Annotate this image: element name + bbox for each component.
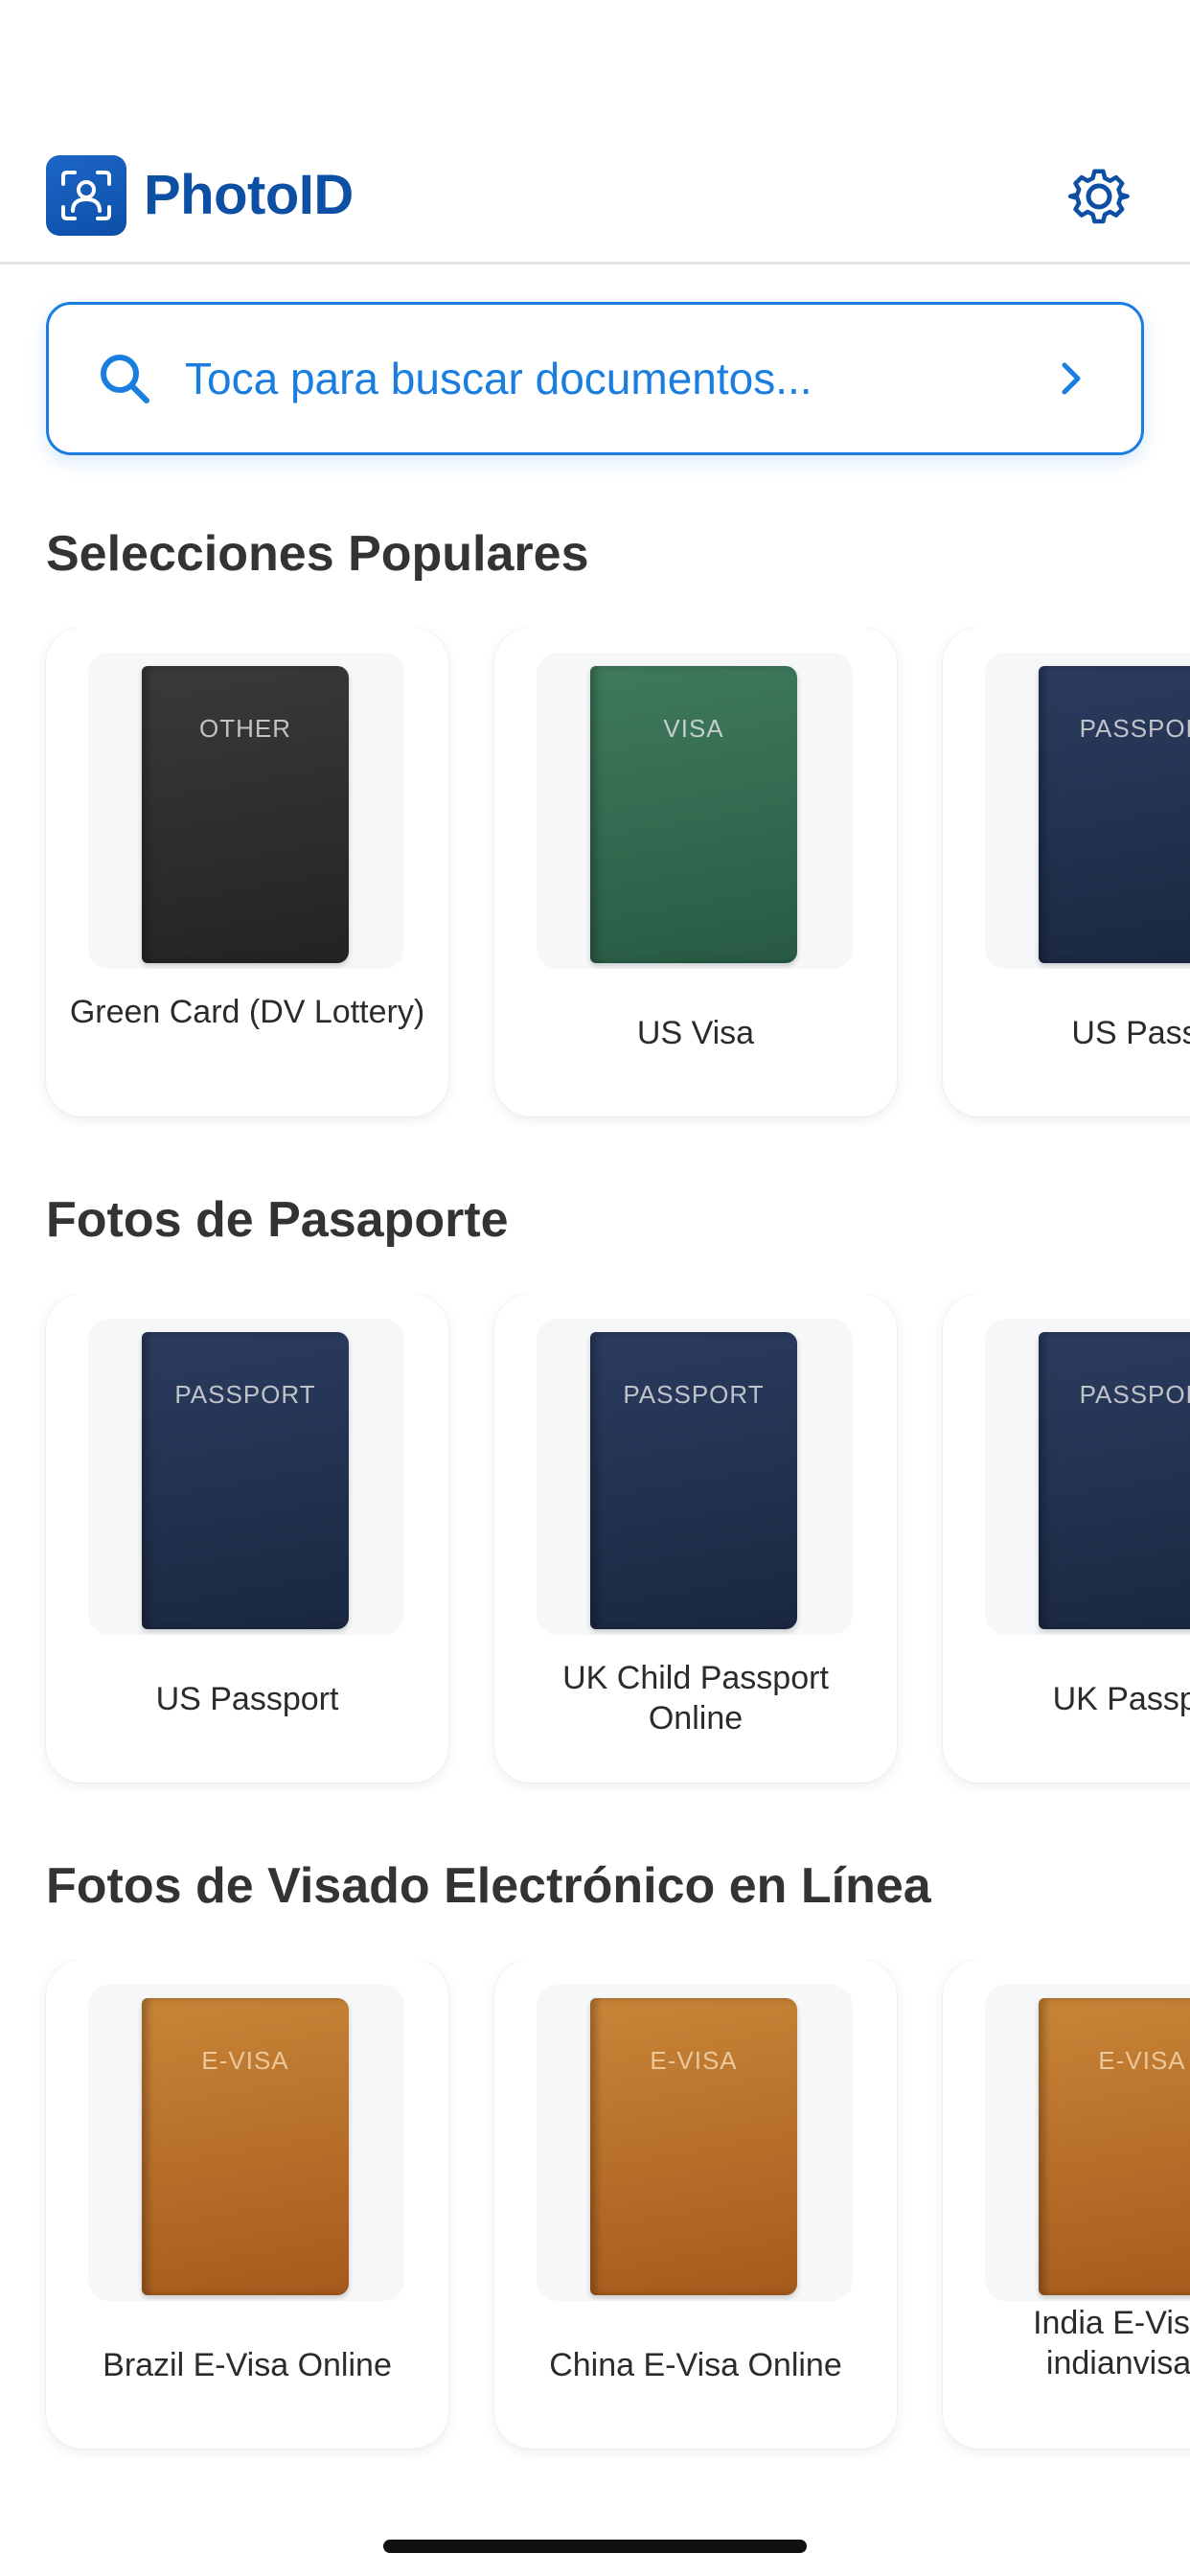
document-card-label: UK Child Passport Online [562,1660,829,1736]
document-thumbnail: OTHER [88,653,404,969]
document-search-bar[interactable]: Toca para buscar documentos... [46,302,1144,455]
search-placeholder: Toca para buscar documentos... [185,354,812,403]
app-header: PhotoID [0,144,1190,264]
section-title-evisa: Fotos de Visado Electrónico en Línea [46,1858,931,1914]
document-thumbnail: PASSPORT [537,1319,853,1635]
document-card-label: US Passport [155,1681,339,1717]
chevron-right-icon [1062,362,1081,395]
passport-cover-icon: E-VISA [1039,1998,1190,2295]
document-card-label: US Passp [1071,1015,1190,1051]
document-card-label: Brazil E-Visa Online [103,2347,392,2383]
document-card-label: India E-Visa for indianvisaonli [1033,2305,1190,2381]
passport-cover-icon: E-VISA [590,1998,797,2295]
document-card[interactable]: E-VISA China E-Visa Online [494,1960,897,2449]
passport-cover-icon: PASSPOR [1039,666,1190,963]
section-title-passport: Fotos de Pasaporte [46,1192,509,1248]
document-card[interactable]: PASSPOR US Passp [943,628,1190,1116]
document-card[interactable]: PASSPORT UK Child Passport Online [494,1294,897,1782]
document-card-label: US Visa [636,1015,755,1051]
settings-gear-icon[interactable] [1065,163,1133,230]
passport-cover-icon: PASSPOR [1039,1332,1190,1629]
document-thumbnail: E-VISA [88,1985,404,2301]
document-thumbnail: E-VISA [537,1985,853,2301]
passport-cover-icon: VISA [590,666,797,963]
passport-cover-icon: PASSPORT [590,1332,797,1629]
document-card[interactable]: E-VISA Brazil E-Visa Online [46,1960,448,2449]
document-card-label: Green Card (DV Lottery) [69,994,425,1030]
document-card[interactable]: VISA US Visa [494,628,897,1116]
document-card[interactable]: PASSPORT US Passport [46,1294,448,1782]
document-thumbnail: PASSPORT [88,1319,404,1635]
home-indicator[interactable] [383,2540,807,2553]
document-thumbnail: PASSPOR [985,1319,1190,1635]
passport-cover-icon: E-VISA [142,1998,349,2295]
document-card[interactable]: OTHER Green Card (DV Lottery) [46,628,448,1116]
document-card[interactable]: PASSPOR UK Passport [943,1294,1190,1782]
passport-cover-icon: OTHER [142,666,349,963]
popular-carousel[interactable]: OTHER Green Card (DV Lottery) VISA US Vi… [0,628,1190,1126]
document-card-label: UK Passport [1052,1681,1190,1717]
document-thumbnail: VISA [537,653,853,969]
evisa-carousel[interactable]: E-VISA Brazil E-Visa Online E-VISA China… [0,1960,1190,2458]
document-thumbnail: PASSPOR [985,653,1190,969]
passport-cover-icon: PASSPORT [142,1332,349,1629]
document-card-label: China E-Visa Online [549,2347,842,2383]
document-card[interactable]: E-VISA India E-Visa for indianvisaonli [943,1960,1190,2449]
section-title-popular: Selecciones Populares [46,526,589,582]
search-icon [101,355,149,403]
passport-carousel[interactable]: PASSPORT US Passport PASSPORT UK Child P… [0,1294,1190,1792]
app-title: PhotoID [144,164,354,226]
app-logo-icon [46,155,126,236]
document-thumbnail: E-VISA [985,1985,1190,2301]
